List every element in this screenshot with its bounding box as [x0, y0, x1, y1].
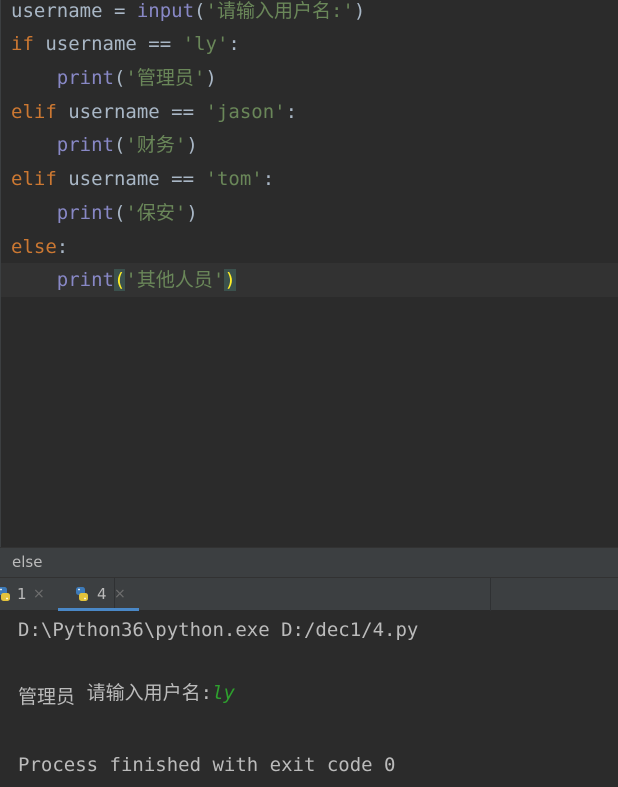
code-token: )	[186, 202, 198, 224]
code-token: :	[285, 101, 298, 123]
tab-divider	[490, 578, 491, 611]
close-icon[interactable]: ×	[33, 578, 45, 611]
code-token: :	[228, 33, 240, 55]
code-token: print	[56, 269, 114, 291]
console-exit-message: Process finished with exit code 0	[18, 754, 396, 776]
console-prompt: 请输入用户名:	[86, 682, 213, 704]
run-tab-4[interactable]: 4 ×	[58, 578, 139, 611]
code-token: 'jason'	[205, 101, 286, 123]
code-token: 'tom'	[205, 168, 263, 190]
console-command-line: D:\Python36\python.exe D:/dec1/4.py	[18, 619, 419, 641]
run-tab-1[interactable]: 1 ×	[0, 578, 56, 611]
console-output-line: 管理员	[18, 686, 76, 708]
code-token: elif	[11, 101, 57, 123]
code-token: '保安'	[125, 202, 187, 224]
code-token: (	[113, 202, 126, 224]
code-token: =	[102, 0, 137, 22]
code-token: )	[205, 67, 217, 89]
code-token: username	[56, 101, 172, 123]
code-token: username	[33, 33, 149, 55]
python-icon	[76, 587, 88, 601]
code-line[interactable]: print('管理员')	[1, 61, 217, 95]
code-token: (	[113, 269, 126, 291]
code-token: if	[11, 33, 34, 55]
code-line[interactable]: else:	[1, 230, 68, 264]
code-line[interactable]: print('保安')	[1, 196, 198, 230]
code-token: input	[136, 0, 195, 22]
run-tab-label: 4	[97, 585, 107, 603]
run-console[interactable]: D:\Python36\python.exe D:/dec1/4.py 请输入用…	[0, 611, 618, 787]
code-token: '请输入用户名:'	[205, 0, 354, 22]
code-token: )	[224, 269, 236, 291]
code-token: username	[56, 168, 172, 190]
code-line[interactable]: elif username == 'jason':	[1, 95, 297, 129]
console-prompt-line: 请输入用户名:ly	[18, 648, 235, 704]
code-token: else	[11, 236, 57, 258]
code-token: '财务'	[125, 134, 187, 156]
close-icon[interactable]: ×	[114, 578, 126, 611]
code-token: '其他人员'	[125, 269, 225, 291]
code-token: (	[113, 67, 126, 89]
code-line[interactable]: print('财务')	[1, 128, 198, 162]
run-tabs-bar: 1 × 4 ×	[0, 577, 618, 611]
code-token: :	[56, 236, 69, 258]
ide-window: username = input('请输入用户名:') if username =…	[0, 0, 618, 787]
code-line[interactable]: elif username == 'tom':	[1, 162, 274, 196]
code-token: elif	[11, 168, 57, 190]
code-token: username	[11, 0, 103, 22]
code-editor[interactable]: username = input('请输入用户名:') if username =…	[0, 0, 618, 547]
code-line[interactable]: print('其他人员')	[1, 263, 618, 297]
code-token: (	[113, 134, 126, 156]
code-token: print	[56, 202, 114, 224]
code-token: ==	[171, 168, 195, 190]
code-token: )	[353, 0, 366, 22]
code-token: ==	[171, 101, 195, 123]
run-tab-label: 1	[17, 585, 27, 603]
console-user-input: ly	[212, 682, 235, 704]
code-token: :	[262, 168, 275, 190]
breadcrumb-item[interactable]: else	[12, 553, 42, 571]
code-token: print	[56, 67, 114, 89]
code-token: '管理员'	[125, 67, 206, 89]
code-token: ==	[148, 33, 172, 55]
code-token: 'ly'	[182, 33, 229, 55]
code-token: )	[186, 134, 198, 156]
code-token: (	[194, 0, 206, 22]
breadcrumb[interactable]: else	[0, 547, 618, 577]
code-token: print	[56, 134, 114, 156]
code-line[interactable]: if username == 'ly':	[1, 27, 240, 61]
python-icon	[0, 587, 10, 601]
